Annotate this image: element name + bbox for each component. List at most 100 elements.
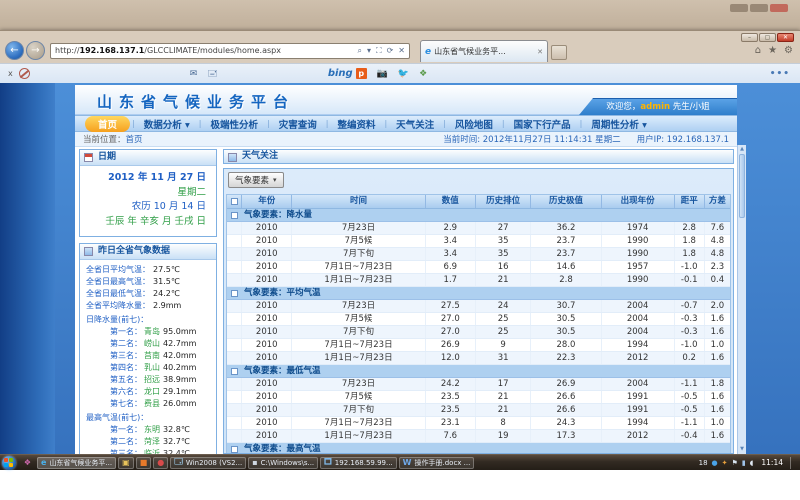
word-window[interactable]: W操作手册.docx ... — [399, 457, 475, 469]
breadcrumb-page[interactable]: 首页 — [126, 133, 143, 145]
menu-item-8[interactable]: 国家下行产品 — [505, 117, 580, 131]
menu-item-5[interactable]: 整编资料 — [328, 117, 384, 131]
bing-badge-icon[interactable]: p — [356, 68, 367, 79]
action-center-icon[interactable]: ⚑ — [732, 459, 738, 467]
collapse-checkbox[interactable] — [231, 212, 238, 219]
table-cell: 2004 — [602, 378, 675, 390]
table-cell: 1.6 — [705, 313, 730, 325]
camera-icon[interactable]: 📷 — [377, 69, 388, 79]
table-cell: 2010 — [242, 313, 292, 325]
menu-item-7[interactable]: 风险地图 — [446, 117, 502, 131]
menu-item-2[interactable]: 数据分析 ▾ — [135, 117, 199, 131]
collapse-checkbox[interactable] — [231, 446, 238, 453]
maximize-button[interactable]: ▢ — [759, 33, 776, 42]
search-dropdown-icon[interactable]: ▾ — [367, 44, 371, 58]
mail-icon[interactable]: ✉ — [190, 69, 198, 79]
table-row[interactable]: 20107月5候3.43523.719901.84.8 — [227, 235, 730, 248]
rdp-window[interactable]: 🗖192.168.59.99... — [320, 457, 397, 469]
group-row[interactable]: 气象要素：最高气温 — [227, 443, 730, 454]
menu-item-3[interactable]: 极端性分析 — [202, 117, 268, 131]
table-row[interactable]: 20107月下旬3.43523.719901.84.8 — [227, 248, 730, 261]
table-row[interactable]: 20107月1日~7月23日26.9928.01994-1.01.0 — [227, 339, 730, 352]
table-row[interactable]: 20107月23日24.21726.92004-1.11.8 — [227, 378, 730, 391]
explorer-window[interactable]: ▣ — [118, 457, 134, 469]
table-row[interactable]: 20107月23日27.52430.72004-0.72.0 — [227, 300, 730, 313]
page-scrollbar[interactable]: ▲ ▼ — [737, 145, 746, 454]
col-time: 时间 — [292, 195, 425, 208]
media-center-icon[interactable]: ❖ — [21, 457, 34, 469]
cmd-window[interactable]: ▪C:\Windows\s... — [248, 457, 318, 469]
menu-item-1[interactable]: 首页 — [85, 116, 130, 132]
table-row[interactable]: 20107月1日~7月23日23.1824.31994-1.11.0 — [227, 417, 730, 430]
update-icon[interactable]: ✦ — [722, 459, 728, 467]
collapse-checkbox[interactable] — [231, 290, 238, 297]
start-button[interactable] — [2, 456, 16, 470]
close-button[interactable]: ✕ — [777, 33, 794, 42]
table-cell: -0.1 — [675, 274, 705, 286]
group-row[interactable]: 气象要素：降水量 — [227, 209, 730, 222]
favorites-star-icon[interactable]: ★ — [768, 45, 777, 56]
volume-icon[interactable]: ◖ — [750, 459, 754, 467]
show-desktop-button[interactable] — [790, 457, 794, 469]
share-icon[interactable]: 🐦 — [398, 69, 409, 79]
table-cell: 1.8 — [705, 378, 730, 390]
table-cell: 1990 — [602, 235, 675, 247]
table-row[interactable]: 20107月1日~7月23日6.91614.61957-1.02.3 — [227, 261, 730, 274]
browser-tab[interactable]: e 山东省气候业务平... ✕ — [420, 40, 548, 62]
home-icon[interactable]: ⌂ — [755, 45, 761, 56]
apps-icon[interactable]: ❖ — [419, 69, 427, 79]
group-row[interactable]: 气象要素：最低气温 — [227, 365, 730, 378]
menu-item-6[interactable]: 天气关注 — [387, 117, 443, 131]
vm-window[interactable]: 🗔Win2008 (VS2... — [170, 457, 246, 469]
app-window[interactable]: ■ — [136, 457, 152, 469]
table-row[interactable]: 20107月5候23.52126.61991-0.51.6 — [227, 391, 730, 404]
overflow-menu-icon[interactable]: ••• — [770, 69, 790, 79]
addon-close-icon[interactable]: x — [8, 69, 13, 78]
word-window-icon: W — [403, 458, 412, 467]
stat-line: 全省日最高气温：31.5℃ — [86, 276, 212, 288]
address-bar[interactable]: http://192.168.137.1/GLCCLIMATE/modules/… — [50, 43, 410, 59]
scrollbar-thumb[interactable] — [739, 154, 745, 218]
search-icon[interactable]: ⌕ — [357, 44, 361, 58]
menu-item-9[interactable]: 周期性分析 ▾ — [582, 117, 656, 131]
table-cell: -1.1 — [675, 417, 705, 429]
menu-item-4[interactable]: 灾害查询 — [270, 117, 326, 131]
table-row[interactable]: 20101月1日~7月23日12.03122.320120.21.6 — [227, 352, 730, 365]
collapse-checkbox[interactable] — [231, 368, 238, 375]
taskbar-clock[interactable]: 11:14 — [757, 458, 783, 467]
media-window[interactable]: ● — [153, 457, 168, 469]
url-host: 192.168.137.1 — [80, 44, 145, 58]
settings-gear-icon[interactable]: ⚙ — [784, 45, 793, 56]
count-indicator[interactable]: 18 — [699, 459, 708, 467]
stop-icon[interactable]: ✕ — [398, 44, 405, 58]
table-row[interactable]: 20107月下旬23.52126.61991-0.51.6 — [227, 404, 730, 417]
forward-button[interactable]: → — [26, 41, 45, 60]
group-label: 气象要素：最高气温 — [244, 444, 321, 454]
table-row[interactable]: 20101月1日~7月23日7.61917.32012-0.41.6 — [227, 430, 730, 443]
ie-window[interactable]: e山东省气候业务平... — [37, 457, 116, 469]
select-all-checkbox[interactable] — [231, 198, 238, 205]
send-page-icon[interactable]: 🖃 — [207, 66, 218, 82]
site-header: 山东省气候业务平台 欢迎您，admin 先生/小姐 — [75, 85, 737, 115]
minimize-button[interactable]: – — [741, 33, 758, 42]
table-row[interactable]: 20107月5候27.02530.52004-0.31.6 — [227, 313, 730, 326]
back-button[interactable]: ← — [5, 41, 24, 60]
stat-value: 2.9mm — [153, 301, 181, 310]
network-icon[interactable]: ▮ — [742, 459, 746, 467]
element-filter-button[interactable]: 气象要素 ▾ — [228, 172, 284, 188]
scroll-down-icon[interactable]: ▼ — [738, 445, 746, 454]
scroll-up-icon[interactable]: ▲ — [738, 145, 746, 154]
refresh-icon[interactable]: ⟳ — [387, 44, 394, 58]
table-row[interactable]: 20101月1日~7月23日1.7212.81990-0.10.4 — [227, 274, 730, 287]
table-row[interactable]: 20107月下旬27.02530.52004-0.31.6 — [227, 326, 730, 339]
new-tab-button[interactable] — [551, 45, 567, 60]
table-row[interactable]: 20107月23日2.92736.219742.87.6 — [227, 222, 730, 235]
table-cell: 1月1日~7月23日 — [292, 274, 425, 286]
tab-close-icon[interactable]: ✕ — [537, 48, 543, 56]
messenger-icon[interactable]: ● — [712, 459, 718, 467]
compatibility-icon[interactable]: ⛶ — [376, 44, 382, 58]
col-occurrence-year: 出现年份 — [602, 195, 675, 208]
rank-value: 32.8℃ — [163, 425, 190, 434]
table-cell: 7月下旬 — [292, 248, 425, 260]
group-row[interactable]: 气象要素：平均气温 — [227, 287, 730, 300]
